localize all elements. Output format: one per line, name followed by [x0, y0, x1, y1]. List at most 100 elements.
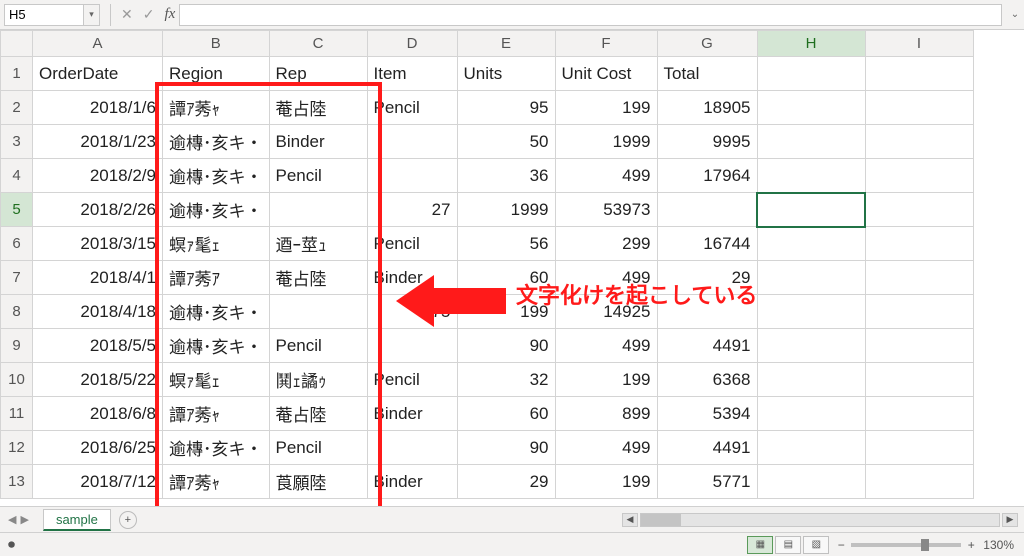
cell[interactable]: 譚ｱ莠ｬ	[163, 397, 270, 431]
sheet-tab-sample[interactable]: sample	[43, 509, 111, 531]
cell[interactable]: Rep	[269, 57, 367, 91]
scroll-thumb[interactable]	[641, 514, 681, 526]
cell[interactable]: 莨願陸	[269, 465, 367, 499]
cell[interactable]	[757, 91, 865, 125]
cell[interactable]: 逾槫･亥キ・	[163, 193, 270, 227]
cell[interactable]: 2018/7/12	[33, 465, 163, 499]
cell[interactable]: 2018/4/18	[33, 295, 163, 329]
cell[interactable]: 29	[457, 465, 555, 499]
cell[interactable]: Binder	[367, 465, 457, 499]
fx-icon[interactable]: fx	[164, 6, 175, 23]
cell[interactable]: 2018/2/26	[33, 193, 163, 227]
cell[interactable]: 499	[555, 159, 657, 193]
cell[interactable]	[757, 329, 865, 363]
cell[interactable]: 56	[457, 227, 555, 261]
cell[interactable]: 2018/5/22	[33, 363, 163, 397]
scroll-right-icon[interactable]: ▶	[1002, 513, 1018, 527]
cell[interactable]: Unit Cost	[555, 57, 657, 91]
cell[interactable]: 32	[457, 363, 555, 397]
formula-input[interactable]	[179, 4, 1002, 26]
cell[interactable]	[269, 295, 367, 329]
cell[interactable]: 2018/6/8	[33, 397, 163, 431]
cell[interactable]: Pencil	[367, 363, 457, 397]
cell[interactable]	[757, 227, 865, 261]
cell[interactable]: 6368	[657, 363, 757, 397]
cell[interactable]: 逾槫･亥キ・	[163, 125, 270, 159]
row-header[interactable]: 1	[1, 57, 33, 91]
cell[interactable]: 2018/5/5	[33, 329, 163, 363]
row-header[interactable]: 9	[1, 329, 33, 363]
cell[interactable]: 逾槫･亥キ・	[163, 329, 270, 363]
row-header[interactable]: 7	[1, 261, 33, 295]
row-header[interactable]: 6	[1, 227, 33, 261]
cell[interactable]: 90	[457, 431, 555, 465]
cell[interactable]	[865, 363, 973, 397]
cell[interactable]: Units	[457, 57, 555, 91]
cell[interactable]	[757, 465, 865, 499]
cell[interactable]: 499	[555, 431, 657, 465]
view-pagebreak-button[interactable]: ▧	[803, 536, 829, 554]
active-cell[interactable]	[757, 193, 865, 227]
cell[interactable]	[757, 295, 865, 329]
scroll-track[interactable]	[640, 513, 1000, 527]
tab-next-icon[interactable]: ▶	[20, 513, 28, 526]
cell[interactable]: 90	[457, 329, 555, 363]
zoom-slider[interactable]: − +	[835, 538, 977, 552]
cell[interactable]: Binder	[367, 397, 457, 431]
cell[interactable]: 2018/3/15	[33, 227, 163, 261]
cell[interactable]	[865, 397, 973, 431]
cell[interactable]	[757, 159, 865, 193]
cell[interactable]: 譚ｱ莠ｬ	[163, 465, 270, 499]
cell[interactable]	[865, 91, 973, 125]
record-macro-icon[interactable]: ⏺	[0, 536, 15, 553]
cell[interactable]: 2018/4/1	[33, 261, 163, 295]
col-header-D[interactable]: D	[367, 31, 457, 57]
cell[interactable]	[367, 329, 457, 363]
cell[interactable]: 199	[555, 91, 657, 125]
cell[interactable]: 5394	[657, 397, 757, 431]
cell[interactable]	[865, 295, 973, 329]
col-header-E[interactable]: E	[457, 31, 555, 57]
cell[interactable]: 菴占陸	[269, 261, 367, 295]
cell[interactable]	[865, 227, 973, 261]
cell[interactable]: Pencil	[269, 159, 367, 193]
col-header-C[interactable]: C	[269, 31, 367, 57]
cell[interactable]	[865, 329, 973, 363]
col-header-A[interactable]: A	[33, 31, 163, 57]
cell[interactable]: 4491	[657, 431, 757, 465]
row-header[interactable]: 13	[1, 465, 33, 499]
col-header-I[interactable]: I	[865, 31, 973, 57]
zoom-in-icon[interactable]: +	[965, 538, 977, 552]
cell[interactable]: Pencil	[367, 91, 457, 125]
row-header[interactable]: 2	[1, 91, 33, 125]
zoom-level[interactable]: 130%	[983, 538, 1014, 552]
cell[interactable]	[757, 363, 865, 397]
cell[interactable]: 逾槫･亥キ・	[163, 431, 270, 465]
cell[interactable]: 199	[555, 465, 657, 499]
cell[interactable]: 60	[457, 397, 555, 431]
cell[interactable]	[757, 261, 865, 295]
horizontal-scrollbar[interactable]: ◀ ▶	[622, 513, 1024, 527]
col-header-G[interactable]: G	[657, 31, 757, 57]
cell[interactable]: Item	[367, 57, 457, 91]
cell[interactable]: 2018/1/6	[33, 91, 163, 125]
cell[interactable]: 499	[555, 329, 657, 363]
cell[interactable]: 譚ｱ莠ｬ	[163, 91, 270, 125]
cell[interactable]: Region	[163, 57, 270, 91]
cell[interactable]	[757, 57, 865, 91]
cell[interactable]: Total	[657, 57, 757, 91]
cell[interactable]	[865, 431, 973, 465]
cell[interactable]: 2018/1/23	[33, 125, 163, 159]
cell[interactable]: 50	[457, 125, 555, 159]
scroll-left-icon[interactable]: ◀	[622, 513, 638, 527]
col-header-B[interactable]: B	[163, 31, 270, 57]
cell[interactable]: 27	[367, 193, 457, 227]
row-header[interactable]: 4	[1, 159, 33, 193]
cell[interactable]: 899	[555, 397, 657, 431]
tab-prev-icon[interactable]: ◀	[8, 513, 16, 526]
cell[interactable]	[865, 57, 973, 91]
row-header[interactable]: 3	[1, 125, 33, 159]
zoom-out-icon[interactable]: −	[835, 538, 847, 552]
cell[interactable]: 逎ｰ莖ｭ	[269, 227, 367, 261]
col-header-F[interactable]: F	[555, 31, 657, 57]
